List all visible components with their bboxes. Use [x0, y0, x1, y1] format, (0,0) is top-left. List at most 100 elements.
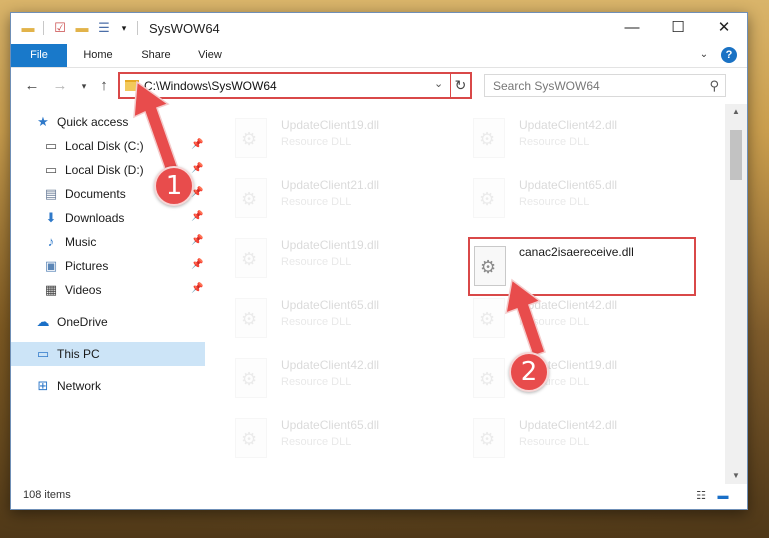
folder-icon — [125, 80, 139, 91]
file-name: UpdateClient65.dll — [281, 298, 380, 312]
scroll-down-icon[interactable]: ▼ — [725, 468, 747, 484]
new-folder-icon[interactable]: ▬ — [73, 19, 91, 37]
recent-locations-button[interactable]: ▾ — [79, 77, 89, 95]
file-name: canac2isaereceive.dll — [519, 245, 634, 259]
forward-button[interactable]: → — [51, 77, 69, 95]
file-item[interactable]: ⚙ UpdateClient19.dll Resource DLL — [207, 112, 435, 168]
file-name: UpdateClient42.dll — [519, 418, 618, 432]
gear-icon: ⚙ — [241, 249, 258, 269]
properties-icon[interactable]: ☑ — [51, 19, 69, 37]
gear-icon: ⚙ — [479, 429, 496, 449]
minimize-button[interactable]: — — [609, 13, 655, 43]
file-item[interactable]: ⚙ UpdateClient42.dll Resource DLL — [207, 352, 435, 408]
music-icon: ♪ — [47, 234, 55, 249]
details-view-icon[interactable]: ☷ — [693, 489, 709, 503]
sidebar-item-this-pc[interactable]: ▭ This PC — [11, 342, 205, 366]
file-item[interactable]: ⚙ UpdateClient42.dll Resource DLL — [445, 112, 673, 168]
back-button[interactable]: ← — [23, 77, 41, 95]
pin-icon[interactable]: 📌 — [191, 163, 203, 174]
file-name: UpdateClient65.dll — [281, 418, 380, 432]
sidebar-item-quick-access[interactable]: ★ Quick access — [11, 110, 205, 134]
expand-ribbon-icon[interactable]: ⌄ — [697, 48, 711, 62]
file-item[interactable]: ⚙ UpdateClient19.dll Resource DLL — [207, 232, 435, 288]
customize-dropdown-icon[interactable]: ▾ — [115, 19, 133, 37]
sidebar-item-pictures[interactable]: ▣ Pictures 📌 — [11, 254, 205, 278]
tab-share[interactable]: Share — [131, 44, 181, 67]
up-button[interactable]: ↑ — [95, 77, 113, 95]
scroll-up-icon[interactable]: ▲ — [725, 104, 747, 120]
pin-icon[interactable]: 📌 — [191, 211, 203, 222]
file-type: Resource DLL — [281, 136, 352, 148]
large-icons-view-icon[interactable]: ▬ — [715, 489, 731, 503]
search-placeholder: Search SysWOW64 — [493, 79, 600, 93]
sidebar-item-label: Quick access — [57, 115, 129, 129]
dll-file-icon: ⚙ — [235, 418, 267, 458]
file-item-canac2isaereceive[interactable]: ⚙ canac2isaereceive.dll — [468, 237, 696, 296]
customize-toolbar-icon[interactable]: ☰ — [95, 19, 113, 37]
tab-file[interactable]: File — [11, 44, 67, 67]
file-type: Resource DLL — [281, 256, 352, 268]
address-path[interactable]: C:\Windows\SysWOW64 — [144, 79, 277, 93]
sidebar-item-label: Music — [65, 235, 97, 249]
maximize-button[interactable]: ☐ — [655, 13, 701, 43]
cloud-icon: ☁ — [36, 314, 50, 329]
file-type: Resource DLL — [519, 316, 590, 328]
drive-icon: ▭ — [44, 138, 58, 153]
sidebar-item-downloads[interactable]: ⬇ Downloads 📌 — [11, 206, 205, 230]
address-dropdown-icon[interactable]: ⌄ — [434, 77, 443, 90]
gear-icon: ⚙ — [241, 309, 258, 329]
file-list: ⚙ UpdateClient19.dll Resource DLL ⚙ Upda… — [207, 104, 723, 484]
dll-file-icon: ⚙ — [473, 178, 505, 218]
pin-icon[interactable]: 📌 — [191, 139, 203, 150]
file-item[interactable]: ⚙ UpdateClient19.dll Resource DLL — [445, 352, 673, 408]
sidebar-item-network[interactable]: ⊞ Network — [11, 374, 205, 398]
star-icon: ★ — [37, 114, 49, 129]
gear-icon: ⚙ — [241, 369, 258, 389]
item-count: 108 items — [23, 489, 71, 501]
network-icon: ⊞ — [37, 378, 49, 393]
vertical-scrollbar[interactable]: ▲ ▼ — [725, 104, 747, 484]
file-name: UpdateClient19.dll — [281, 238, 380, 252]
address-bar[interactable]: C:\Windows\SysWOW64 ⌄ ↻ — [118, 72, 472, 99]
tab-view[interactable]: View — [187, 44, 233, 67]
file-explorer-window: ▬ ☑ ▬ ☰ ▾ SysWOW64 — ☐ ✕ File Home Share… — [10, 12, 748, 510]
scroll-thumb[interactable] — [730, 130, 742, 180]
sidebar-item-label: Pictures — [65, 259, 109, 273]
pin-icon[interactable]: 📌 — [191, 283, 203, 294]
search-input[interactable]: Search SysWOW64 ⚲ — [484, 74, 726, 97]
gear-icon: ⚙ — [241, 189, 258, 209]
sidebar-item-videos[interactable]: ▦ Videos 📌 — [11, 278, 205, 302]
file-item[interactable]: ⚙ UpdateClient42.dll Resource DLL — [445, 412, 673, 468]
gear-icon: ⚙ — [479, 129, 496, 149]
search-icon[interactable]: ⚲ — [709, 78, 719, 94]
file-name: UpdateClient42.dll — [519, 298, 618, 312]
sidebar-item-onedrive[interactable]: ☁ OneDrive — [11, 310, 205, 334]
file-item[interactable]: ⚙ UpdateClient42.dll Resource DLL — [445, 292, 673, 348]
sidebar-item-label: Videos — [65, 283, 102, 297]
toolbar-separator — [137, 21, 138, 35]
help-icon[interactable]: ? — [721, 47, 737, 63]
pin-icon[interactable]: 📌 — [191, 235, 203, 246]
file-name: UpdateClient19.dll — [281, 118, 380, 132]
file-item[interactable]: ⚙ UpdateClient21.dll Resource DLL — [207, 172, 435, 228]
file-item[interactable]: ⚙ UpdateClient65.dll Resource DLL — [445, 172, 673, 228]
sidebar-item-label: Local Disk (D:) — [65, 163, 144, 177]
sidebar-item-local-disk-c[interactable]: ▭ Local Disk (C:) 📌 — [11, 134, 205, 158]
gear-icon: ⚙ — [479, 369, 496, 389]
close-button[interactable]: ✕ — [701, 13, 747, 43]
videos-icon: ▦ — [44, 282, 58, 297]
navigation-bar: ← → ▾ ↑ C:\Windows\SysWOW64 ⌄ ↻ Search S… — [11, 68, 747, 104]
pin-icon[interactable]: 📌 — [191, 259, 203, 270]
refresh-button[interactable]: ↻ — [450, 74, 470, 97]
download-icon: ⬇ — [45, 210, 57, 225]
file-item[interactable]: ⚙ UpdateClient65.dll Resource DLL — [207, 292, 435, 348]
file-type: Resource DLL — [519, 136, 590, 148]
dll-file-icon: ⚙ — [473, 418, 505, 458]
sidebar-item-music[interactable]: ♪ Music 📌 — [11, 230, 205, 254]
file-type: Resource DLL — [519, 436, 590, 448]
folder-icon: ▬ — [21, 20, 35, 35]
file-item[interactable]: ⚙ UpdateClient65.dll Resource DLL — [207, 412, 435, 468]
status-bar: 108 items ☷ ▬ — [11, 484, 747, 509]
dll-file-icon: ⚙ — [474, 246, 506, 286]
tab-home[interactable]: Home — [73, 44, 123, 67]
